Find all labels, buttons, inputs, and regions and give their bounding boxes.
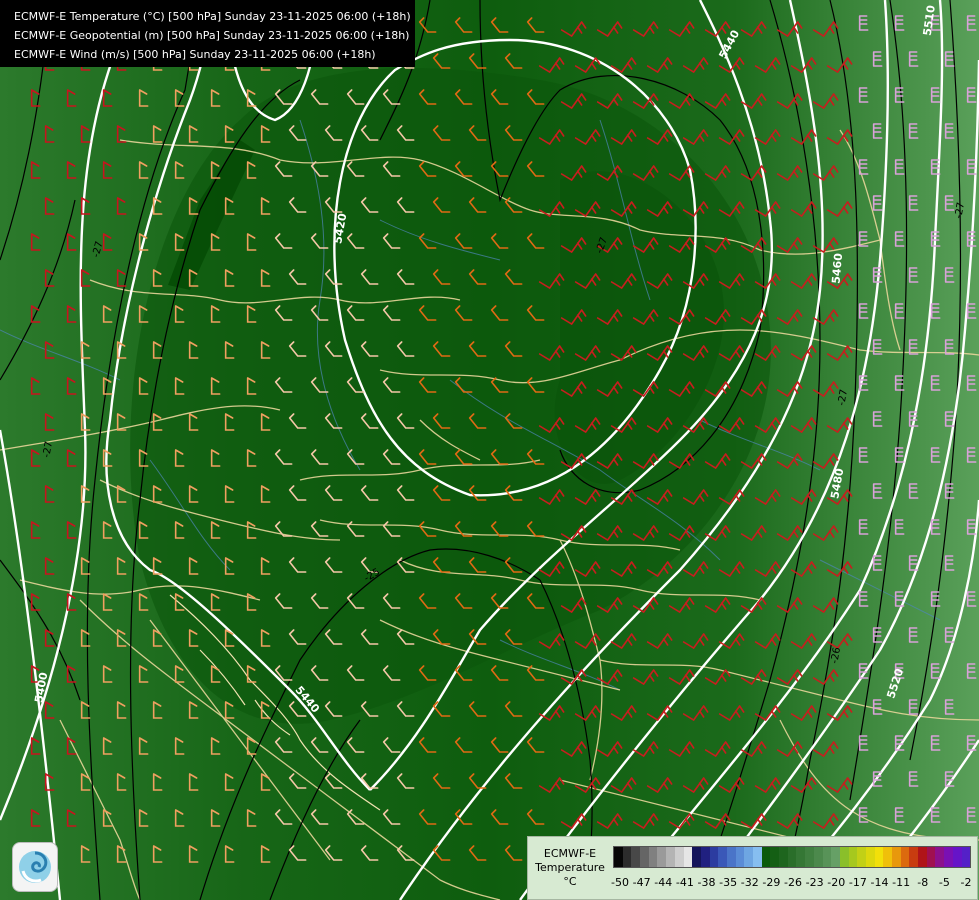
- legend-swatch: [883, 847, 892, 867]
- swirl-logo-icon: [19, 851, 51, 883]
- legend-tick: -50: [611, 876, 629, 889]
- legend-tick: -5: [938, 876, 950, 889]
- legend-swatch: [892, 847, 901, 867]
- temperature-legend: ECMWF-E Temperature °C -50 -47 -44 -41 -38 -3…: [527, 836, 978, 900]
- title-geopotential: ECMWF-E Geopotential (m) [500 hPa] Sunda…: [14, 29, 410, 42]
- legend-swatch: [822, 847, 832, 867]
- legend-tick: -17: [848, 876, 867, 889]
- legend-swatch: [657, 847, 667, 867]
- legend-swatch: [909, 847, 919, 867]
- legend-tick: -8: [917, 876, 929, 889]
- legend-swatch: [622, 847, 632, 867]
- legend-tick: -2: [960, 876, 972, 889]
- legend-swatch: [640, 847, 649, 867]
- legend-model: ECMWF-E: [543, 847, 597, 860]
- legend-tick: -47: [632, 876, 651, 889]
- legend-tick: -29: [762, 876, 781, 889]
- legend-swatch: [935, 847, 945, 867]
- legend-colorbar: [613, 846, 971, 868]
- title-temperature: ECMWF-E Temperature (°C) [500 hPa] Sunda…: [14, 10, 411, 23]
- legend-swatch: [874, 847, 884, 867]
- legend-tick: -20: [827, 876, 846, 889]
- legend-swatch: [692, 847, 701, 867]
- legend-tick: -14: [870, 876, 889, 889]
- legend-swatch: [744, 847, 753, 867]
- legend-swatch: [831, 847, 840, 867]
- legend-variable: Temperature: [535, 861, 605, 874]
- legend-tick: -35: [719, 876, 738, 889]
- legend-swatch: [926, 847, 936, 867]
- legend-swatch: [900, 847, 910, 867]
- legend-unit: °C: [563, 875, 577, 888]
- legend-swatch: [779, 847, 788, 867]
- legend-title: ECMWF-E Temperature °C: [532, 847, 608, 889]
- legend-swatch: [865, 847, 875, 867]
- legend-swatch: [805, 847, 814, 867]
- legend-swatch: [961, 847, 971, 867]
- legend-swatch: [753, 847, 762, 867]
- legend-swatch: [944, 847, 953, 867]
- legend-swatch: [683, 847, 693, 867]
- legend-swatch: [726, 847, 736, 867]
- legend-swatch: [857, 847, 866, 867]
- legend-tick: -41: [675, 876, 694, 889]
- legend-swatch: [761, 847, 771, 867]
- legend-swatch: [631, 847, 641, 867]
- legend-tick: -38: [697, 876, 716, 889]
- legend-swatch: [735, 847, 745, 867]
- legend-ticks: -50 -47 -44 -41 -38 -35 -32 -29 -26 -23 -20 -17 -14-…: [611, 876, 974, 892]
- title-wind: ECMWF-E Wind (m/s) [500 hPa] Sunday 23-1…: [14, 48, 376, 61]
- legend-tick: -23: [805, 876, 824, 889]
- legend-swatch: [614, 847, 623, 867]
- legend-swatch: [813, 847, 823, 867]
- legend-swatch: [848, 847, 858, 867]
- legend-swatch: [718, 847, 727, 867]
- legend-swatch: [666, 847, 675, 867]
- weather-map: [0, 0, 979, 900]
- legend-tick: -26: [784, 876, 802, 889]
- legend-swatch: [709, 847, 719, 867]
- legend-swatch: [700, 847, 710, 867]
- legend-swatch: [770, 847, 780, 867]
- title-box: ECMWF-E Temperature (°C) [500 hPa] Sunda…: [0, 0, 415, 67]
- legend-swatch: [839, 847, 849, 867]
- provider-logo: [12, 842, 58, 892]
- legend-tick: -32: [740, 876, 759, 889]
- legend-swatch: [648, 847, 658, 867]
- legend-swatch: [952, 847, 962, 867]
- legend-swatch: [674, 847, 684, 867]
- legend-swatch: [796, 847, 806, 867]
- legend-swatch: [787, 847, 797, 867]
- legend-swatch: [918, 847, 927, 867]
- geopotential-label: 5460: [829, 252, 846, 285]
- legend-tick: -44: [654, 876, 673, 889]
- legend-tick: -11: [892, 876, 911, 889]
